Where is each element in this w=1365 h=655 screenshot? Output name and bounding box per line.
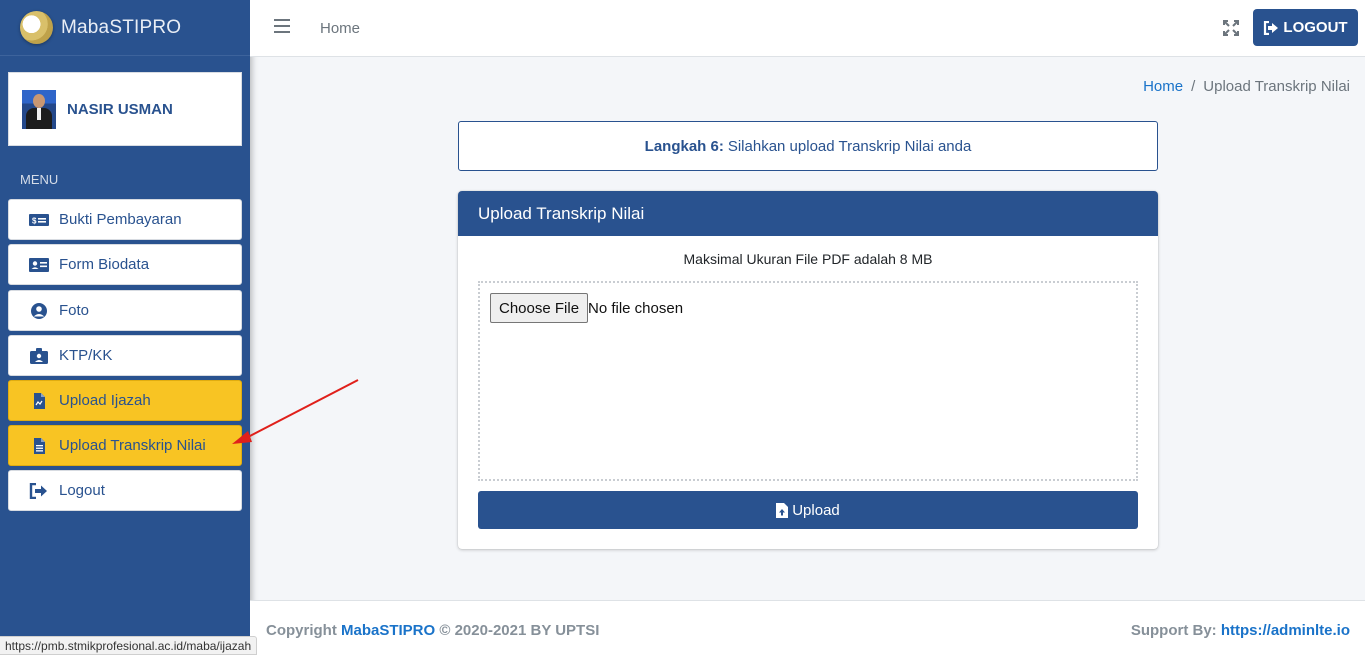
footer: Copyright MabaSTIPRO © 2020-2021 BY UPTS… — [250, 600, 1365, 655]
breadcrumb-current: Upload Transkrip Nilai — [1203, 78, 1350, 95]
brand-name: MabaSTIPRO — [61, 16, 182, 38]
file-dropzone[interactable]: Choose File No file chosen — [478, 281, 1138, 481]
breadcrumb: Home / Upload Transkrip Nilai — [1143, 78, 1350, 95]
avatar — [22, 89, 56, 129]
logout-label: LOGOUT — [1283, 19, 1348, 36]
support-link[interactable]: https://adminlte.io — [1221, 622, 1350, 639]
breadcrumb-separator: / — [1191, 78, 1196, 95]
menu-toggle-icon[interactable] — [274, 19, 290, 35]
choose-file-button[interactable]: Choose File — [490, 293, 589, 323]
browser-status-url: https://pmb.stmikprofesional.ac.id/maba/… — [0, 636, 258, 655]
svg-text:$: $ — [32, 216, 37, 225]
sidebar-item-bukti-pembayaran[interactable]: $ Bukti Pembayaran — [8, 199, 242, 240]
upload-label: Upload — [792, 501, 840, 519]
step-label: Langkah 6: — [644, 137, 724, 155]
file-upload-icon — [776, 502, 789, 518]
copyright-suffix: © 2020-2021 BY UPTSI — [439, 622, 600, 639]
file-alt-icon — [29, 437, 49, 454]
sidebar-item-label: Bukti Pembayaran — [59, 211, 182, 228]
user-name: NASIR USMAN — [67, 100, 173, 118]
sidebar: MabaSTIPRO NASIR USMAN MENU $ Bukti Pemb… — [0, 0, 250, 655]
sidebar-item-form-biodata[interactable]: Form Biodata — [8, 244, 242, 285]
menu-header: MENU — [20, 172, 59, 187]
sidebar-item-label: Logout — [59, 482, 105, 499]
file-status: No file chosen — [588, 300, 684, 317]
sign-out-icon — [1264, 20, 1279, 35]
footer-support: Support By: https://adminlte.io — [1131, 622, 1350, 639]
sidebar-item-label: Upload Transkrip Nilai — [59, 437, 206, 454]
copyright-prefix: Copyright — [266, 622, 337, 639]
sidebar-item-foto[interactable]: Foto — [8, 290, 242, 331]
sign-out-icon — [29, 482, 49, 499]
sidebar-item-label: KTP/KK — [59, 347, 113, 364]
brand-logo — [20, 11, 53, 44]
breadcrumb-home[interactable]: Home — [1143, 78, 1183, 95]
sidebar-item-label: Form Biodata — [59, 256, 150, 273]
step-text: Silahkan upload Transkrip Nilai anda — [727, 137, 972, 155]
file-pdf-icon — [29, 392, 49, 409]
footer-brand-link[interactable]: MabaSTIPRO — [341, 622, 435, 639]
upload-card: Upload Transkrip Nilai Maksimal Ukuran F… — [458, 191, 1158, 549]
logout-button[interactable]: LOGOUT — [1253, 9, 1358, 46]
file-size-note: Maksimal Ukuran File PDF adalah 8 MB — [683, 251, 933, 267]
sidebar-item-label: Upload Ijazah — [59, 392, 151, 409]
user-circle-icon — [29, 302, 49, 319]
id-badge-icon — [29, 347, 49, 364]
step-callout: Langkah 6: Silahkan upload Transkrip Nil… — [458, 121, 1158, 171]
fullscreen-icon[interactable] — [1223, 20, 1239, 36]
footer-copyright: Copyright MabaSTIPRO © 2020-2021 BY UPTS… — [266, 622, 599, 639]
brand-link[interactable]: MabaSTIPRO — [0, 0, 250, 56]
card-title: Upload Transkrip Nilai — [458, 191, 1158, 236]
sidebar-item-label: Foto — [59, 302, 90, 319]
user-panel: NASIR USMAN — [8, 72, 242, 146]
sidebar-item-ktp-kk[interactable]: KTP/KK — [8, 335, 242, 376]
money-bill-icon: $ — [29, 212, 49, 228]
sidebar-item-upload-transkrip-nilai[interactable]: Upload Transkrip Nilai — [8, 425, 242, 466]
nav-home-link[interactable]: Home — [320, 20, 360, 37]
sidebar-item-logout[interactable]: Logout — [8, 470, 242, 511]
top-navbar: Home LOGOUT — [250, 0, 1365, 57]
id-card-icon — [29, 257, 49, 273]
upload-button[interactable]: Upload — [478, 491, 1138, 529]
sidebar-item-upload-ijazah[interactable]: Upload Ijazah — [8, 380, 242, 421]
support-label: Support By: — [1130, 622, 1217, 639]
